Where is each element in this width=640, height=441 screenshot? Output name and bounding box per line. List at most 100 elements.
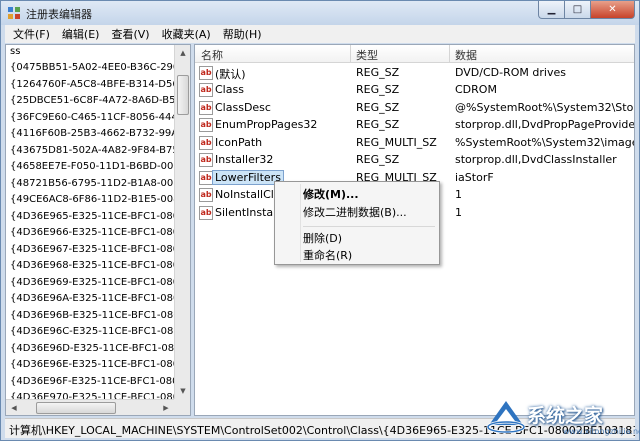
tree-item[interactable]: {4D36E96D-E325-11CE-BFC1-0800 bbox=[10, 343, 187, 359]
tree-item[interactable]: {4D36E966-E325-11CE-BFC1-0800 bbox=[10, 227, 185, 243]
tree-item[interactable]: {4D36E968-E325-11CE-BFC1-0800 bbox=[10, 260, 185, 276]
scroll-down-icon[interactable]: ▼ bbox=[176, 383, 190, 399]
tree-item[interactable]: {43675D81-502A-4A82-9F84-B75F bbox=[10, 145, 185, 161]
tree-item[interactable]: {4D36E965-E325-11CE-BFC1-0800 bbox=[10, 211, 185, 227]
scroll-right-icon[interactable]: ▶ bbox=[158, 401, 174, 415]
tree-item[interactable]: {0475BB51-5A02-4EE0-B36C-2904 bbox=[10, 62, 186, 78]
maximize-icon: □ bbox=[572, 4, 583, 15]
menu-edit[interactable]: 编辑(E) bbox=[56, 26, 106, 42]
key-tree-pane: ss {0475BB51-5A02-4EE0-B36C-2904 {126476… bbox=[5, 44, 191, 416]
value-name: LowerFilters bbox=[212, 170, 284, 185]
column-header: 名称 类型 数据 bbox=[195, 45, 634, 63]
value-row[interactable]: ab Installer32 REG_SZ storprop.dll,DvdCl… bbox=[195, 152, 634, 169]
tree-item[interactable]: {4D36E96E-E325-11CE-BFC1-0800 bbox=[10, 359, 185, 375]
value-data: DVD/CD-ROM drives bbox=[455, 66, 566, 79]
context-delete[interactable]: 删除(D) bbox=[303, 230, 342, 246]
column-name-header[interactable]: 名称 bbox=[201, 47, 223, 63]
tree-item[interactable]: {4116F60B-25B3-4662-B732-99A6 bbox=[10, 128, 185, 144]
column-divider[interactable] bbox=[350, 45, 351, 63]
context-menu: 修改(M)... 修改二进制数据(B)... 删除(D) 重命名(R) bbox=[274, 181, 440, 265]
close-icon: ✕ bbox=[608, 4, 617, 15]
menu-help[interactable]: 帮助(H) bbox=[217, 26, 268, 42]
tree-item[interactable]: {4D36E96C-E325-11CE-BFC1-0800 bbox=[10, 326, 186, 342]
value-row[interactable]: ab (默认) REG_SZ DVD/CD-ROM drives bbox=[195, 65, 634, 82]
value-data: storprop.dll,DvdClassInstaller bbox=[455, 153, 617, 166]
string-value-icon: ab bbox=[199, 118, 213, 132]
minimize-icon: ▁ bbox=[547, 4, 556, 15]
tree-item[interactable]: {48721B56-6795-11D2-B1A8-0080 bbox=[10, 178, 186, 194]
maximize-button[interactable]: □ bbox=[565, 1, 591, 19]
string-value-icon: ab bbox=[199, 66, 213, 80]
tree-item[interactable]: {4D36E96A-E325-11CE-BFC1-0800 bbox=[10, 293, 186, 309]
scroll-up-icon[interactable]: ▲ bbox=[176, 45, 190, 61]
value-data: CDROM bbox=[455, 83, 497, 96]
tree-item[interactable]: {4D36E967-E325-11CE-BFC1-0800 bbox=[10, 244, 185, 260]
string-value-icon: ab bbox=[199, 188, 213, 202]
tree-item[interactable]: {4658EE7E-F050-11D1-B6BD-00C0 bbox=[10, 161, 187, 177]
value-data: 1 bbox=[455, 188, 462, 201]
value-row[interactable]: ab Class REG_SZ CDROM bbox=[195, 82, 634, 99]
menu-gutter bbox=[300, 184, 301, 262]
column-type-header[interactable]: 类型 bbox=[356, 47, 378, 63]
context-rename[interactable]: 重命名(R) bbox=[303, 247, 352, 263]
string-value-icon: ab bbox=[199, 153, 213, 167]
menu-separator bbox=[303, 226, 435, 227]
context-modify-binary[interactable]: 修改二进制数据(B)... bbox=[303, 204, 407, 220]
watermark: 系统之家 www.xitongzhijia.net bbox=[479, 393, 640, 439]
tree-vertical-scrollbar[interactable]: ▲ ▼ bbox=[174, 45, 190, 399]
string-value-icon: ab bbox=[199, 101, 213, 115]
tree-item[interactable]: {4D36E96F-E325-11CE-BFC1-0800 bbox=[10, 376, 185, 392]
tree-horizontal-scrollbar[interactable]: ◀ ▶ bbox=[6, 399, 174, 415]
column-divider[interactable] bbox=[449, 45, 450, 63]
value-type: REG_SZ bbox=[356, 83, 400, 96]
menu-favorites[interactable]: 收藏夹(A) bbox=[156, 26, 217, 42]
scroll-left-icon[interactable]: ◀ bbox=[6, 401, 22, 415]
value-row[interactable]: ab ClassDesc REG_SZ @%SystemRoot%\System… bbox=[195, 100, 634, 117]
menu-view[interactable]: 查看(V) bbox=[105, 26, 155, 42]
value-data: iaStorF bbox=[455, 171, 494, 184]
tree-item[interactable]: {4D36E96B-E325-11CE-BFC1-0800 bbox=[10, 310, 186, 326]
value-type: REG_MULTI_SZ bbox=[356, 136, 437, 149]
tree-item[interactable]: {36FC9E60-C465-11CF-8056-44455 bbox=[10, 112, 190, 128]
regedit-icon bbox=[8, 7, 20, 19]
xitongzhijia-logo-icon bbox=[486, 401, 526, 434]
value-row[interactable]: ab IconPath REG_MULTI_SZ %SystemRoot%\Sy… bbox=[195, 135, 634, 152]
menu-bar: 文件(F) 编辑(E) 查看(V) 收藏夹(A) 帮助(H) bbox=[5, 25, 635, 43]
caption-buttons: ▁ □ ✕ bbox=[538, 1, 635, 20]
value-name: ClassDesc bbox=[215, 101, 271, 114]
value-name: SilentInstall bbox=[215, 206, 280, 219]
menu-file[interactable]: 文件(F) bbox=[7, 26, 56, 42]
scroll-corner bbox=[174, 399, 190, 415]
tree-item[interactable]: {25DBCE51-6C8F-4A72-8A6D-B54 bbox=[10, 95, 182, 111]
tree-horizontal-scroll-thumb[interactable] bbox=[36, 402, 116, 414]
column-data-header[interactable]: 数据 bbox=[455, 47, 477, 63]
tree-item[interactable]: {4D36E969-E325-11CE-BFC1-0800 bbox=[10, 277, 185, 293]
string-value-icon: ab bbox=[199, 83, 213, 97]
window-title: 注册表编辑器 bbox=[26, 8, 92, 21]
tree-item[interactable]: ss bbox=[10, 46, 20, 62]
value-data: @%SystemRoot%\System32\StorPro bbox=[455, 101, 634, 114]
string-value-icon: ab bbox=[199, 206, 213, 220]
tree-item[interactable]: {49CE6AC8-6F86-11D2-B1E5-0080 bbox=[10, 194, 186, 210]
value-name: EnumPropPages32 bbox=[215, 118, 318, 131]
watermark-brand: 系统之家 bbox=[527, 405, 604, 427]
value-name: IconPath bbox=[215, 136, 263, 149]
watermark-url: www.xitongzhijia.net bbox=[563, 427, 640, 436]
tree-item[interactable]: {1264760F-A5C8-4BFE-B314-D56A bbox=[10, 79, 186, 95]
registry-editor-window: 注册表编辑器 ▁ □ ✕ 文件(F) 编辑(E) 查看(V) 收藏夹(A) 帮助… bbox=[0, 0, 640, 441]
value-name: (默认) bbox=[215, 68, 246, 81]
minimize-button[interactable]: ▁ bbox=[538, 1, 565, 19]
value-type: REG_SZ bbox=[356, 101, 400, 114]
string-value-icon: ab bbox=[199, 171, 213, 185]
value-type: REG_SZ bbox=[356, 118, 400, 131]
value-type: REG_SZ bbox=[356, 66, 400, 79]
value-data: 1 bbox=[455, 206, 462, 219]
string-value-icon: ab bbox=[199, 136, 213, 150]
context-modify[interactable]: 修改(M)... bbox=[303, 186, 359, 202]
value-name: Class bbox=[215, 83, 244, 96]
close-button[interactable]: ✕ bbox=[591, 1, 635, 19]
tree-vertical-scroll-thumb[interactable] bbox=[177, 75, 189, 115]
value-data: storprop.dll,DvdPropPageProvider bbox=[455, 118, 635, 131]
value-row[interactable]: ab EnumPropPages32 REG_SZ storprop.dll,D… bbox=[195, 117, 635, 134]
value-name: Installer32 bbox=[215, 153, 274, 166]
